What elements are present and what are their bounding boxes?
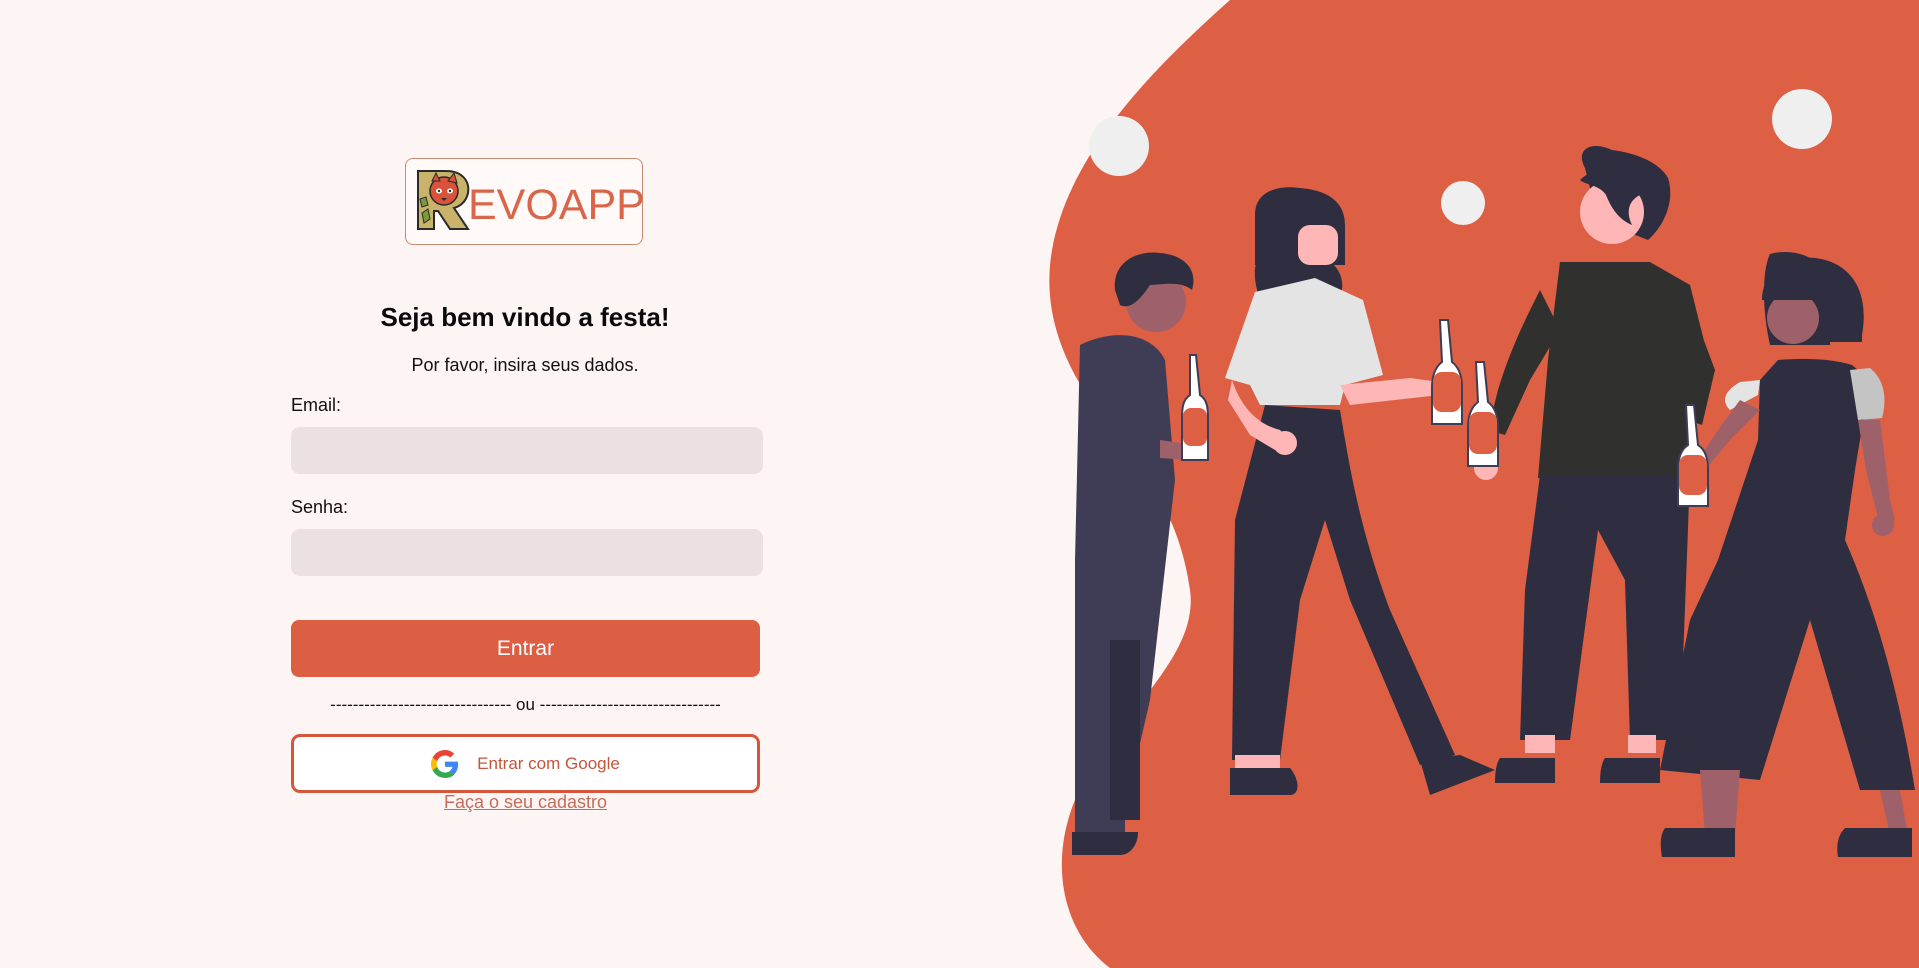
google-login-button[interactable]: Entrar com Google [291,734,760,793]
password-label: Senha: [291,497,349,517]
login-page: EVOAPP Seja bem vindo a festa! Por favor… [0,0,1919,968]
password-input[interactable] [291,529,763,576]
person-woman-dark-dress [1660,251,1915,857]
login-button[interactable]: Entrar [291,620,760,677]
person-man-dark-sweater [1467,146,1715,783]
person-left [1072,252,1209,855]
welcome-subtitle: Por favor, insira seus dados. [411,355,639,375]
login-panel: EVOAPP Seja bem vindo a festa! Por favor… [0,0,1050,968]
or-divider: -------------------------------- ou ----… [330,695,721,714]
email-input[interactable] [291,427,763,474]
bubble-2 [1441,181,1485,225]
email-label: Email: [291,395,342,415]
google-icon [431,749,459,778]
person-woman-white-top [1225,187,1495,795]
google-login-label: Entrar com Google [477,753,620,773]
bubble-3 [1772,89,1832,149]
signup-link[interactable]: Faça o seu cadastro [291,792,760,813]
red-panda-logo-icon [417,170,470,230]
logo-text: EVOAPP [468,181,645,229]
app-logo: EVOAPP [405,158,645,245]
welcome-heading: Seja bem vindo a festa! [380,302,670,332]
bubble-1 [1089,116,1149,176]
orange-blob-background [1049,0,1919,968]
